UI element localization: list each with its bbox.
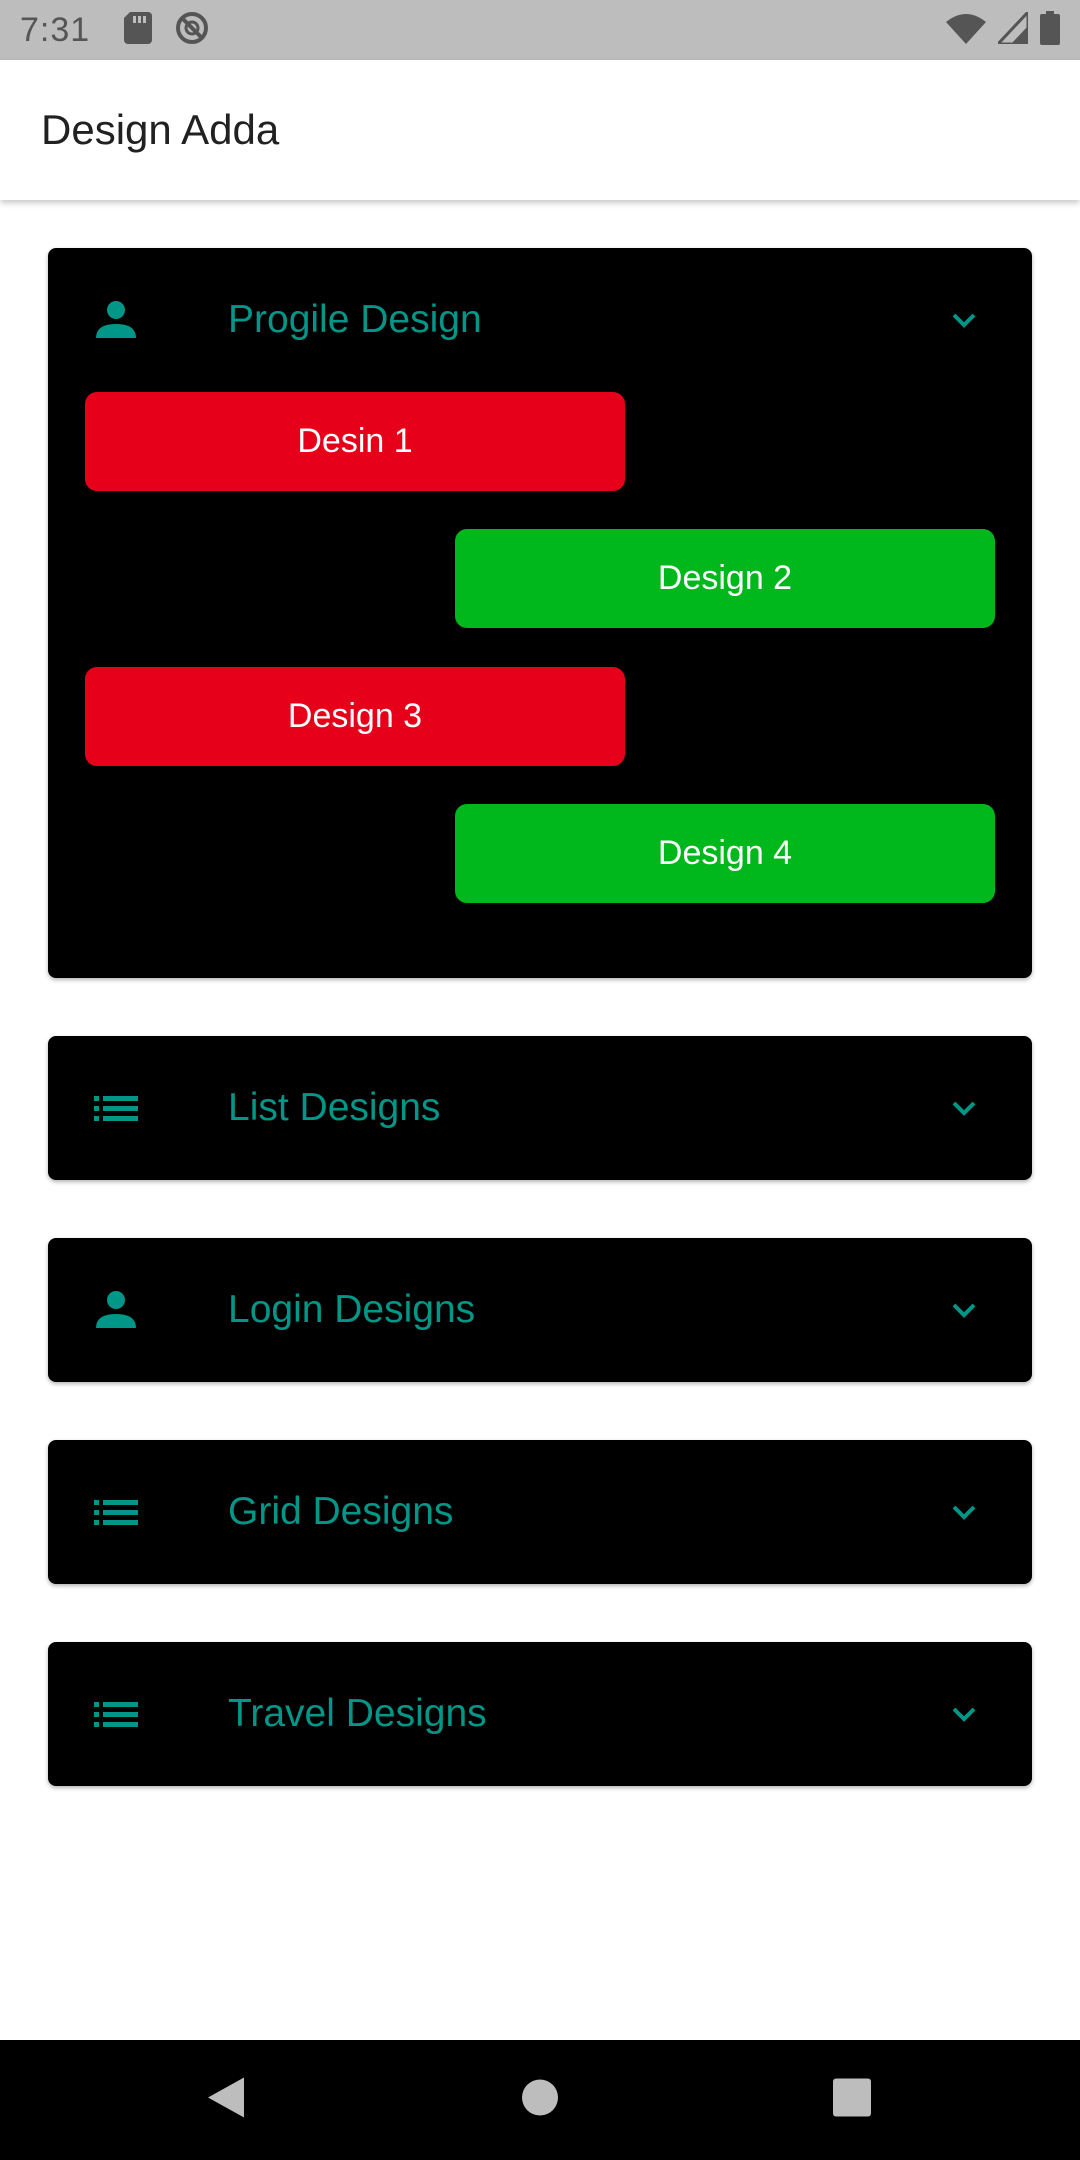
panel-header[interactable]: Progile Design (48, 248, 1032, 392)
app-title: Design Adda (41, 106, 280, 153)
design-1-button[interactable]: Desin 1 (85, 392, 625, 491)
person-icon (92, 1286, 140, 1334)
design-4-button[interactable]: Design 4 (455, 804, 995, 903)
status-right-icons (946, 7, 1060, 50)
panel-body: Desin 1 Design 2 Design 3 Design 4 (48, 392, 1032, 978)
panel-title: List Designs (228, 1086, 441, 1129)
list-icon (92, 1488, 140, 1536)
status-bar: 7:31 (0, 0, 1080, 60)
panel-title: Progile Design (228, 298, 482, 341)
panel-travel-designs: Travel Designs (48, 1642, 1032, 1786)
list-icon (92, 1690, 140, 1738)
content: Progile Design Desin 1 Design 2 Design 3… (48, 248, 1032, 1844)
panel-list-designs: List Designs (48, 1036, 1032, 1180)
panel-login-designs: Login Designs (48, 1238, 1032, 1382)
home-icon[interactable] (521, 2079, 559, 2122)
panel-grid-designs: Grid Designs (48, 1440, 1032, 1584)
chevron-down-icon[interactable] (944, 1088, 984, 1128)
cell-signal-icon (994, 7, 1030, 49)
panel-title: Travel Designs (228, 1692, 487, 1735)
navigation-bar (0, 2040, 1080, 2160)
chevron-down-icon[interactable] (944, 1492, 984, 1532)
chevron-down-icon[interactable] (944, 1290, 984, 1330)
list-icon (92, 1084, 140, 1132)
panel-title: Grid Designs (228, 1490, 454, 1533)
person-icon (92, 296, 140, 344)
chevron-down-icon[interactable] (944, 1694, 984, 1734)
status-left-icons (124, 10, 210, 51)
battery-icon (1040, 10, 1060, 50)
data-saver-icon (174, 10, 210, 51)
sd-card-icon (124, 11, 153, 49)
design-2-button[interactable]: Design 2 (455, 529, 995, 628)
wifi-icon (946, 12, 986, 49)
panel-progile-design: Progile Design Desin 1 Design 2 Design 3… (48, 248, 1032, 978)
recents-icon[interactable] (833, 2078, 871, 2122)
panel-header[interactable]: Travel Designs (48, 1642, 1032, 1786)
panel-title: Login Designs (228, 1288, 476, 1331)
panel-header[interactable]: Login Designs (48, 1238, 1032, 1382)
chevron-down-icon[interactable] (944, 300, 984, 340)
design-3-button[interactable]: Design 3 (85, 667, 625, 766)
back-icon[interactable] (206, 2076, 246, 2125)
app-bar: Design Adda (0, 60, 1080, 200)
panel-header[interactable]: List Designs (48, 1036, 1032, 1180)
status-time: 7:31 (20, 10, 91, 49)
panel-header[interactable]: Grid Designs (48, 1440, 1032, 1584)
